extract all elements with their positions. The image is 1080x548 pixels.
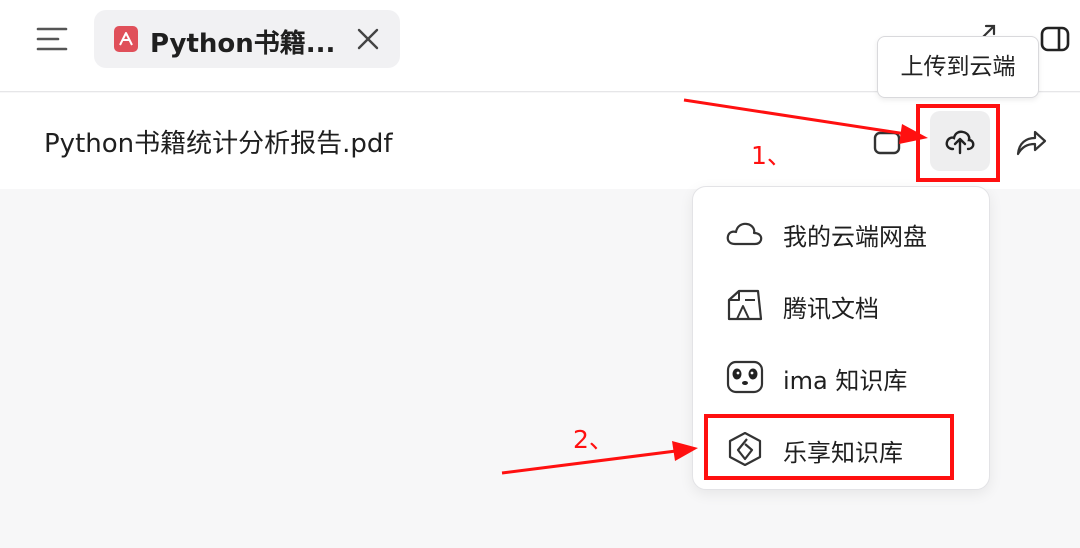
document-header: Python书籍统计分析报告.pdf [0, 93, 1080, 189]
document-tab[interactable]: Python书籍... [94, 10, 400, 68]
window-icon[interactable] [873, 131, 901, 159]
close-tab-icon[interactable] [356, 27, 380, 51]
tencent-docs-icon [725, 288, 765, 322]
menu-icon[interactable] [36, 26, 68, 52]
upload-destination-menu: 我的云端网盘 腾讯文档 ima 知识库 乐享知识库 [692, 186, 990, 490]
sidebar-toggle-icon[interactable] [1040, 26, 1070, 56]
menu-item-label: ima 知识库 [783, 367, 908, 395]
share-icon[interactable] [1014, 125, 1048, 163]
step1-label: 1、 [751, 141, 792, 170]
menu-item-ima-knowledge-base[interactable]: ima 知识库 [693, 341, 991, 413]
menu-item-label: 腾讯文档 [783, 295, 879, 323]
lexiang-icon [725, 431, 765, 467]
menu-item-cloud-drive[interactable]: 我的云端网盘 [693, 197, 991, 269]
document-title: Python书籍统计分析报告.pdf [44, 129, 393, 159]
tab-title: Python书籍... [150, 29, 336, 59]
cloud-icon [725, 216, 765, 250]
step2-label: 2、 [573, 425, 614, 454]
upload-tooltip: 上传到云端 [877, 36, 1039, 98]
menu-item-lexiang-knowledge-base[interactable]: 乐享知识库 [693, 413, 991, 485]
cloud-upload-icon [944, 125, 976, 161]
pdf-file-icon [114, 26, 138, 52]
menu-item-label: 乐享知识库 [783, 439, 903, 467]
panda-icon [725, 360, 765, 394]
menu-item-label: 我的云端网盘 [783, 223, 927, 251]
menu-item-tencent-docs[interactable]: 腾讯文档 [693, 269, 991, 341]
upload-cloud-button[interactable] [930, 111, 990, 171]
